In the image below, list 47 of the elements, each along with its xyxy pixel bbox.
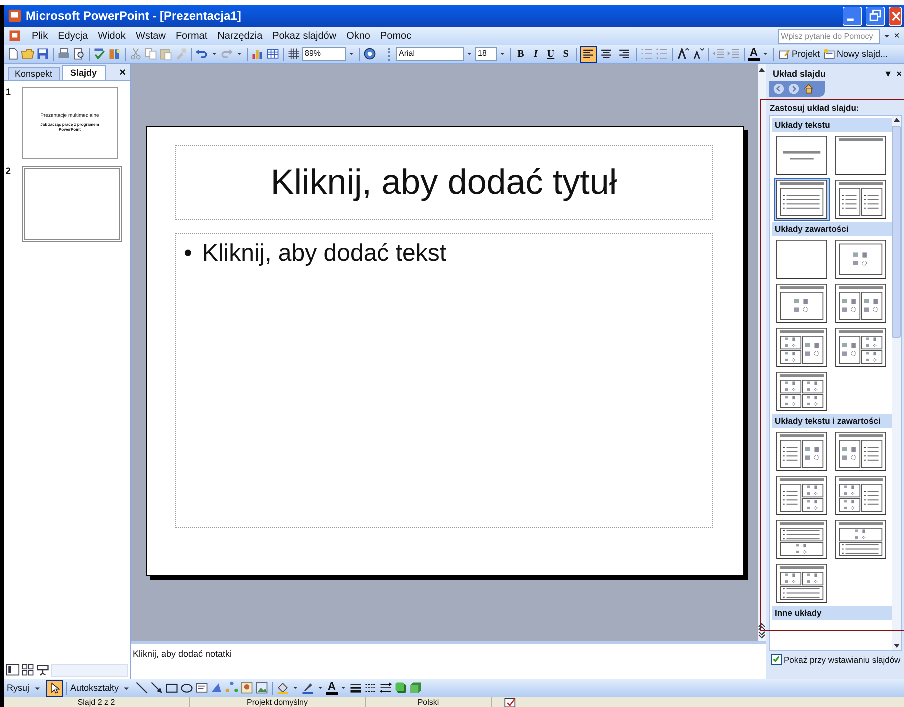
checkbox-label[interactable]: Pokaż przy wstawianiu slajdów [784,654,901,664]
slide-number: 1 [6,87,12,99]
menu-item[interactable]: Wstaw [136,30,166,42]
body-prompt: Kliknij, aby dodać tekst [202,240,447,268]
help-search-field[interactable]: Wpisz pytanie do Pomocy [778,28,880,44]
section-header: Inne układy [772,606,892,620]
menu-item[interactable]: Pomoc [380,30,412,42]
autoshapes-menu[interactable]: Autokształty [70,682,134,694]
apply-layout-heading: Zastosuj układ slajdu: [769,102,860,115]
format-button[interactable]: B [514,48,528,60]
status-text: Polski [366,697,492,707]
section-header: Układy zawartości [772,222,892,236]
font-color-button[interactable]: A [748,48,760,60]
slide-number: 2 [6,166,12,178]
menu-item[interactable]: Edycja [58,30,88,42]
notes-prompt[interactable]: Kliknij, aby dodać notatki [133,649,232,659]
menu-item[interactable]: Plik [32,30,48,42]
window-title: Microsoft PowerPoint - [Prezentacja1] [26,9,242,23]
font-size-field[interactable]: 18 [475,47,497,61]
status-text: Slajd 2 z 2 [4,697,190,707]
menu-item[interactable]: Widok [98,30,126,42]
panel-tab[interactable]: Konspekt [8,67,60,80]
status-text: Projekt domyślny [190,697,366,707]
menu-item[interactable]: Format [176,30,208,42]
design-button[interactable]: Projekt [776,48,821,60]
section-header: Układy tekstu i zawartości [772,414,892,428]
title-placeholder[interactable]: Kliknij, aby dodać tytuł [175,145,713,220]
body-placeholder[interactable]: • Kliknij, aby dodać tekst [175,233,713,528]
menu-item[interactable]: Okno [346,30,370,42]
zoom-field[interactable]: 89% [302,47,346,61]
task-pane-title: Układ slajdu [773,69,826,79]
close-panel-button[interactable]: × [120,67,126,80]
new-slide-button[interactable]: Nowy slajd... [822,48,889,60]
close-document-button[interactable]: × [894,30,900,42]
menu-item[interactable]: Pokaz slajdów [272,30,337,42]
menu-item[interactable]: Narzędzia [218,30,263,42]
panel-tab[interactable]: Slajdy [62,65,106,80]
section-header: Układy tekstu [772,118,892,132]
pane-menu-button[interactable]: ▼ [884,69,893,79]
font-field[interactable]: Arial [396,47,464,61]
title-prompt: Kliknij, aby dodać tytuł [270,162,618,202]
format-button[interactable]: I [529,48,543,60]
format-button[interactable]: U [544,48,558,60]
bullet: • [184,240,192,268]
draw-menu[interactable]: Rysuj [6,682,45,694]
close-pane-button[interactable]: × [896,69,902,79]
format-button[interactable]: S [559,48,573,60]
